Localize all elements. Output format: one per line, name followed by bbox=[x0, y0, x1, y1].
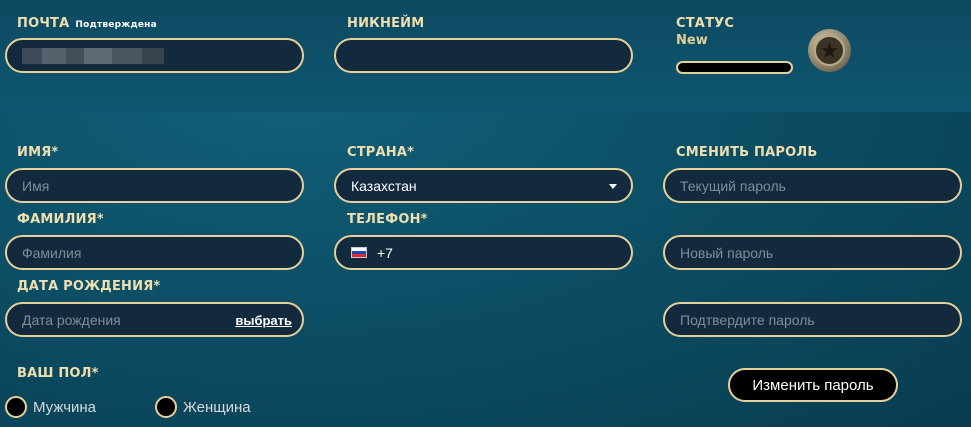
current-password-placeholder: Текущий пароль bbox=[680, 177, 786, 194]
last-name-label: Фамилия* bbox=[17, 212, 104, 227]
status-label: Статус bbox=[676, 16, 735, 31]
gender-option-male[interactable]: Мужчина bbox=[5, 396, 96, 418]
change-password-label: Сменить пароль bbox=[676, 145, 818, 160]
radio-button[interactable] bbox=[155, 396, 177, 418]
last-name-placeholder: Фамилия bbox=[22, 244, 82, 261]
birth-date-field[interactable]: Дата рождения выбрать bbox=[5, 302, 304, 337]
status-value: New bbox=[676, 33, 708, 48]
email-label: Почта Подтверждена bbox=[17, 16, 157, 31]
gender-option-female[interactable]: Женщина bbox=[155, 396, 251, 418]
nickname-field[interactable] bbox=[334, 38, 633, 73]
last-name-field[interactable]: Фамилия bbox=[5, 235, 304, 270]
phone-value: +7 bbox=[377, 244, 393, 261]
radio-button[interactable] bbox=[5, 396, 27, 418]
phone-label: Телефон* bbox=[347, 212, 428, 227]
chevron-down-icon bbox=[609, 184, 617, 189]
status-star-badge-icon: ★ bbox=[808, 29, 851, 72]
new-password-field[interactable]: Новый пароль bbox=[663, 235, 962, 270]
country-value: Казахстан bbox=[351, 177, 417, 194]
confirm-password-placeholder: Подтвердите пароль bbox=[680, 311, 815, 328]
star-icon: ★ bbox=[814, 35, 845, 66]
email-field[interactable] bbox=[5, 38, 304, 73]
russia-flag-icon[interactable] bbox=[351, 247, 367, 258]
birth-date-label: Дата рождения* bbox=[17, 279, 161, 294]
email-value-blurred bbox=[22, 47, 164, 64]
nickname-label: Никнейм bbox=[347, 16, 425, 31]
first-name-placeholder: Имя bbox=[22, 177, 50, 194]
status-progress-bar bbox=[676, 61, 793, 74]
birth-date-placeholder: Дата рождения bbox=[22, 311, 121, 328]
change-password-button[interactable]: Изменить пароль bbox=[728, 368, 898, 402]
confirm-password-field[interactable]: Подтвердите пароль bbox=[663, 302, 962, 337]
gender-label: Ваш пол* bbox=[17, 366, 99, 381]
gender-option-label: Мужчина bbox=[33, 398, 97, 416]
first-name-field[interactable]: Имя bbox=[5, 168, 304, 203]
country-select[interactable]: Казахстан bbox=[334, 168, 633, 203]
phone-field[interactable]: +7 bbox=[334, 235, 633, 270]
pick-date-link[interactable]: выбрать bbox=[235, 313, 292, 328]
current-password-field[interactable]: Текущий пароль bbox=[663, 168, 962, 203]
email-verified-status: Подтверждена bbox=[75, 20, 157, 30]
new-password-placeholder: Новый пароль bbox=[680, 244, 774, 261]
country-label: Страна* bbox=[347, 145, 415, 160]
gender-option-label: Женщина bbox=[183, 398, 251, 416]
first-name-label: Имя* bbox=[17, 145, 59, 160]
